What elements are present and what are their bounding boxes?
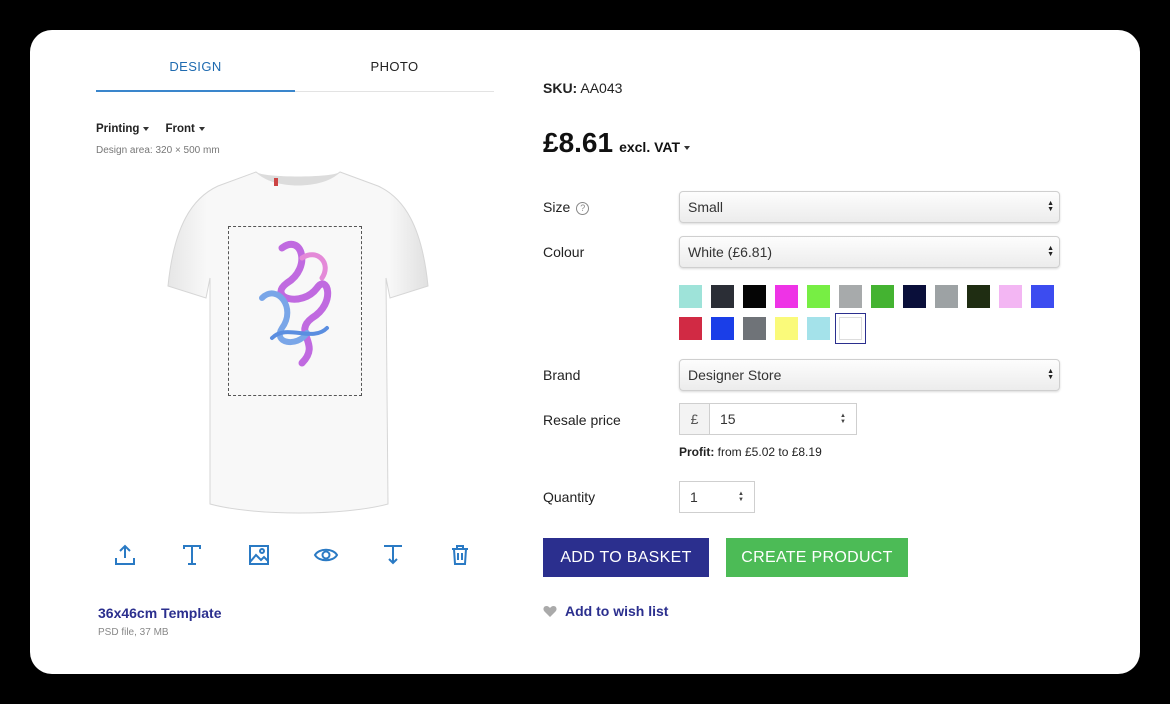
price: £8.61 excl. VAT	[543, 127, 691, 159]
currency-symbol: £	[680, 404, 710, 434]
wishlist-label: Add to wish list	[565, 603, 669, 619]
colour-swatch[interactable]	[743, 285, 766, 308]
colour-swatch[interactable]	[967, 285, 990, 308]
quantity-input[interactable]	[680, 482, 730, 512]
stepper-arrows-icon[interactable]: ▲ ▼	[840, 413, 846, 425]
resale-price-input[interactable]	[710, 404, 850, 434]
vat-dropdown[interactable]: excl. VAT	[619, 139, 691, 155]
colour-swatch[interactable]	[999, 285, 1022, 308]
colour-swatch[interactable]	[679, 317, 702, 340]
size-select[interactable]: Small ▲ ▼	[679, 191, 1060, 223]
stepper-arrows-icon[interactable]: ▲ ▼	[738, 491, 744, 503]
heart-icon	[543, 605, 557, 617]
colour-swatch[interactable]	[743, 317, 766, 340]
colour-swatch[interactable]	[807, 317, 830, 340]
image-icon[interactable]	[246, 542, 272, 568]
tab-design[interactable]: DESIGN	[96, 54, 295, 92]
colour-select-value: White (£6.81)	[688, 244, 773, 260]
upload-icon[interactable]	[112, 542, 138, 568]
colour-swatches	[679, 285, 1079, 344]
colour-swatch[interactable]	[935, 285, 958, 308]
quantity-label: Quantity	[543, 489, 596, 505]
colour-swatch[interactable]	[775, 285, 798, 308]
text-icon[interactable]	[179, 542, 205, 568]
colour-swatch[interactable]	[871, 285, 894, 308]
vat-label: excl. VAT	[619, 139, 681, 155]
colour-select[interactable]: White (£6.81) ▲ ▼	[679, 236, 1060, 268]
select-arrows-icon: ▲ ▼	[1047, 245, 1054, 258]
design-area-text: Design area: 320 × 500 mm	[96, 145, 220, 156]
caret-down-icon	[143, 126, 150, 131]
design-options: Printing Front	[96, 123, 205, 135]
sku-value: AA043	[580, 80, 623, 96]
price-value: £8.61	[543, 127, 614, 158]
resale-price-field: £ ▲▼	[679, 403, 857, 435]
colour-swatch[interactable]	[839, 285, 862, 308]
select-arrows-icon: ▲ ▼	[1047, 368, 1054, 381]
select-arrows-icon: ▲ ▼	[1047, 200, 1054, 213]
size-select-value: Small	[688, 199, 724, 215]
quantity-stepper: ▲▼	[679, 481, 755, 513]
side-label: Front	[165, 123, 195, 135]
caret-down-icon	[684, 146, 691, 151]
preview-eye-icon[interactable]	[313, 542, 339, 568]
printing-label: Printing	[96, 123, 140, 135]
caret-down-icon	[198, 126, 205, 131]
colour-label: Colour	[543, 244, 585, 260]
text-align-icon[interactable]	[380, 542, 406, 568]
trash-icon[interactable]	[447, 542, 473, 568]
product-designer-card: DESIGN PHOTO Printing Front Design area:…	[30, 30, 1140, 674]
tab-photo[interactable]: PHOTO	[295, 54, 494, 91]
colour-swatch[interactable]	[903, 285, 926, 308]
profit-range: from £5.02 to £8.19	[717, 445, 822, 459]
add-to-basket-button[interactable]: ADD TO BASKET	[543, 538, 709, 577]
template-meta: PSD file, 37 MB	[98, 627, 169, 638]
add-to-wishlist-link[interactable]: Add to wish list	[543, 603, 668, 619]
create-product-button[interactable]: CREATE PRODUCT	[726, 538, 908, 577]
design-toolbar	[112, 542, 473, 568]
colour-swatch[interactable]	[1031, 285, 1054, 308]
view-tabs: DESIGN PHOTO	[96, 54, 494, 92]
colour-swatch[interactable]	[807, 285, 830, 308]
colour-swatch[interactable]	[775, 317, 798, 340]
colour-swatch[interactable]	[711, 285, 734, 308]
colour-swatch[interactable]	[679, 285, 702, 308]
sku: SKU: AA043	[543, 80, 622, 96]
profit-label: Profit:	[679, 445, 715, 459]
sku-label: SKU:	[543, 80, 578, 96]
colour-swatch[interactable]	[711, 317, 734, 340]
size-label: Size?	[543, 199, 590, 215]
help-icon[interactable]: ?	[576, 201, 590, 215]
template-download-link[interactable]: 36x46cm Template	[98, 605, 221, 621]
brand-label: Brand	[543, 367, 581, 383]
profit-text: Profit: from £5.02 to £8.19	[679, 445, 822, 459]
colour-swatch[interactable]	[835, 313, 866, 344]
side-dropdown[interactable]: Front	[165, 123, 205, 135]
print-area-box[interactable]	[228, 226, 362, 396]
size-label-text: Size	[543, 199, 571, 215]
brand-select[interactable]: Designer Store ▲ ▼	[679, 359, 1060, 391]
printing-dropdown[interactable]: Printing	[96, 123, 150, 135]
resale-price-label: Resale price	[543, 412, 621, 428]
brand-select-value: Designer Store	[688, 367, 782, 383]
